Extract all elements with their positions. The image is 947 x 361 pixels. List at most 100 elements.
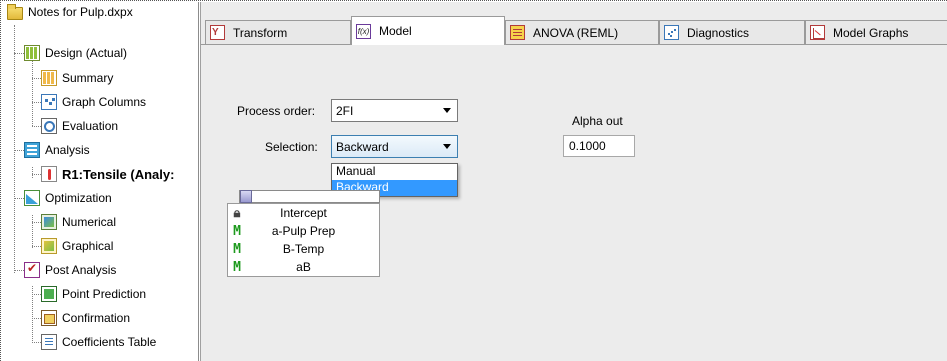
tree-connector xyxy=(14,198,24,199)
tree-item-optimization[interactable]: Optimization xyxy=(24,187,112,209)
tab-label: Diagnostics xyxy=(687,25,750,40)
chevron-down-icon[interactable] xyxy=(443,144,451,149)
tree-item-label: Coefficients Table xyxy=(62,335,157,349)
alpha-out-label: Alpha out xyxy=(572,114,623,128)
tree-item-label: Point Prediction xyxy=(62,287,147,301)
tab-transform[interactable]: Transform xyxy=(205,20,351,44)
summary-icon xyxy=(41,70,57,86)
tree-item-summary[interactable]: Summary xyxy=(41,67,113,89)
term-row[interactable]: 🔒︎ Intercept xyxy=(228,204,379,222)
chevron-down-icon[interactable] xyxy=(443,108,451,113)
tree-root-label: Notes for Pulp.dxpx xyxy=(28,5,133,19)
optimization-icon xyxy=(24,190,40,206)
tree-connector xyxy=(14,25,15,273)
tree-item-label: Design (Actual) xyxy=(45,46,128,60)
process-order-select[interactable]: 2FI xyxy=(331,99,458,122)
tree-connector xyxy=(32,342,41,343)
tree-connector xyxy=(32,215,33,248)
tree-item-response-tensile[interactable]: R1:Tensile (Analy: xyxy=(41,163,174,185)
main-panel: Transform f(x) Model ANOVA (REML) Diagno… xyxy=(200,2,947,361)
point-prediction-icon xyxy=(41,286,57,302)
tree-item-analysis[interactable]: Analysis xyxy=(24,139,90,161)
app-window: Notes for Pulp.dxpx Design (Actual) Summ… xyxy=(0,0,947,361)
tree-item-design[interactable]: Design (Actual) xyxy=(24,42,127,64)
tab-diagnostics[interactable]: Diagnostics xyxy=(659,20,805,44)
model-terms-list: 🔒︎ Intercept M a-Pulp Prep M B-Temp M aB xyxy=(227,203,380,277)
term-name: aB xyxy=(296,260,311,274)
tree-item-point-prediction[interactable]: Point Prediction xyxy=(41,283,146,305)
tree-item-coefficients-table[interactable]: Coefficients Table xyxy=(41,331,156,353)
coefficients-table-icon xyxy=(41,334,57,350)
tree-connector xyxy=(32,318,41,319)
folder-icon xyxy=(7,3,23,20)
tab-label: Model Graphs xyxy=(833,25,909,40)
process-order-label: Process order: xyxy=(237,104,316,118)
selection-select[interactable]: Backward xyxy=(331,135,458,158)
tree-connector xyxy=(14,53,24,54)
tree-item-label: Optimization xyxy=(45,191,112,205)
tree-item-numerical[interactable]: Numerical xyxy=(41,211,116,233)
post-analysis-icon xyxy=(24,261,40,278)
evaluation-icon xyxy=(41,118,57,134)
term-name: a-Pulp Prep xyxy=(271,224,336,238)
tree-item-graph-columns[interactable]: Graph Columns xyxy=(41,91,146,113)
tree-root[interactable]: Notes for Pulp.dxpx xyxy=(7,1,133,23)
tree-item-label: Graph Columns xyxy=(62,95,147,109)
tree-item-label: Confirmation xyxy=(62,311,131,325)
diagnostics-icon xyxy=(664,25,679,40)
graph-columns-icon xyxy=(41,94,57,110)
tree-connector xyxy=(32,174,41,175)
process-order-value: 2FI xyxy=(336,103,354,118)
selection-label: Selection: xyxy=(265,140,318,154)
numerical-icon xyxy=(41,214,57,230)
tree-connector xyxy=(14,150,24,151)
tree-item-graphical[interactable]: Graphical xyxy=(41,235,113,257)
tree-connector xyxy=(32,126,41,127)
graphical-icon xyxy=(41,238,57,254)
tab-label: Transform xyxy=(233,25,288,40)
analysis-icon xyxy=(24,142,40,158)
tree-item-label: Graphical xyxy=(62,239,114,253)
model-fx-icon: f(x) xyxy=(356,23,371,39)
term-row[interactable]: M aB xyxy=(228,258,379,276)
tree-connector xyxy=(32,246,41,247)
design-grid-icon xyxy=(24,45,40,61)
tree-item-label: Summary xyxy=(62,71,114,85)
tree-item-label: Post Analysis xyxy=(45,263,117,277)
tree-item-label: Numerical xyxy=(62,215,117,229)
tree-item-confirmation[interactable]: Confirmation xyxy=(41,307,130,329)
tree-connector xyxy=(32,294,41,295)
term-name: B-Temp xyxy=(282,242,325,256)
tree-item-label: R1:Tensile (Analy: xyxy=(62,166,175,182)
alpha-out-input[interactable]: 0.1000 xyxy=(563,135,635,157)
tree-item-label: Evaluation xyxy=(62,119,119,133)
model-graphs-icon xyxy=(810,25,825,40)
anova-icon xyxy=(510,25,525,40)
tab-anova[interactable]: ANOVA (REML) xyxy=(505,20,659,44)
tree-connector xyxy=(32,102,41,103)
term-row[interactable]: M B-Temp xyxy=(228,240,379,258)
tree-connector xyxy=(32,167,33,178)
tree-item-label: Analysis xyxy=(45,143,90,157)
tab-model[interactable]: f(x) Model xyxy=(351,16,505,45)
tab-strip: Transform f(x) Model ANOVA (REML) Diagno… xyxy=(201,16,947,45)
term-list-scrollbar[interactable] xyxy=(239,190,380,203)
tree-connector xyxy=(32,78,41,79)
term-name: Intercept xyxy=(280,206,327,220)
transform-icon xyxy=(210,25,225,40)
tab-label: ANOVA (REML) xyxy=(533,25,619,40)
dropdown-option-manual[interactable]: Manual xyxy=(332,164,457,180)
tree-connector xyxy=(32,222,41,223)
selection-value: Backward xyxy=(336,139,389,154)
tree-connector xyxy=(14,270,24,271)
tab-divider xyxy=(201,44,947,45)
confirmation-icon xyxy=(41,310,57,326)
tab-label: Model xyxy=(379,24,412,38)
response-icon xyxy=(41,166,57,182)
navigation-tree: Notes for Pulp.dxpx Design (Actual) Summ… xyxy=(0,2,199,361)
tree-item-evaluation[interactable]: Evaluation xyxy=(41,115,118,137)
tab-model-graphs[interactable]: Model Graphs xyxy=(805,20,947,44)
scroll-thumb[interactable] xyxy=(240,190,252,203)
tree-item-post-analysis[interactable]: Post Analysis xyxy=(24,259,116,281)
term-row[interactable]: M a-Pulp Prep xyxy=(228,222,379,240)
